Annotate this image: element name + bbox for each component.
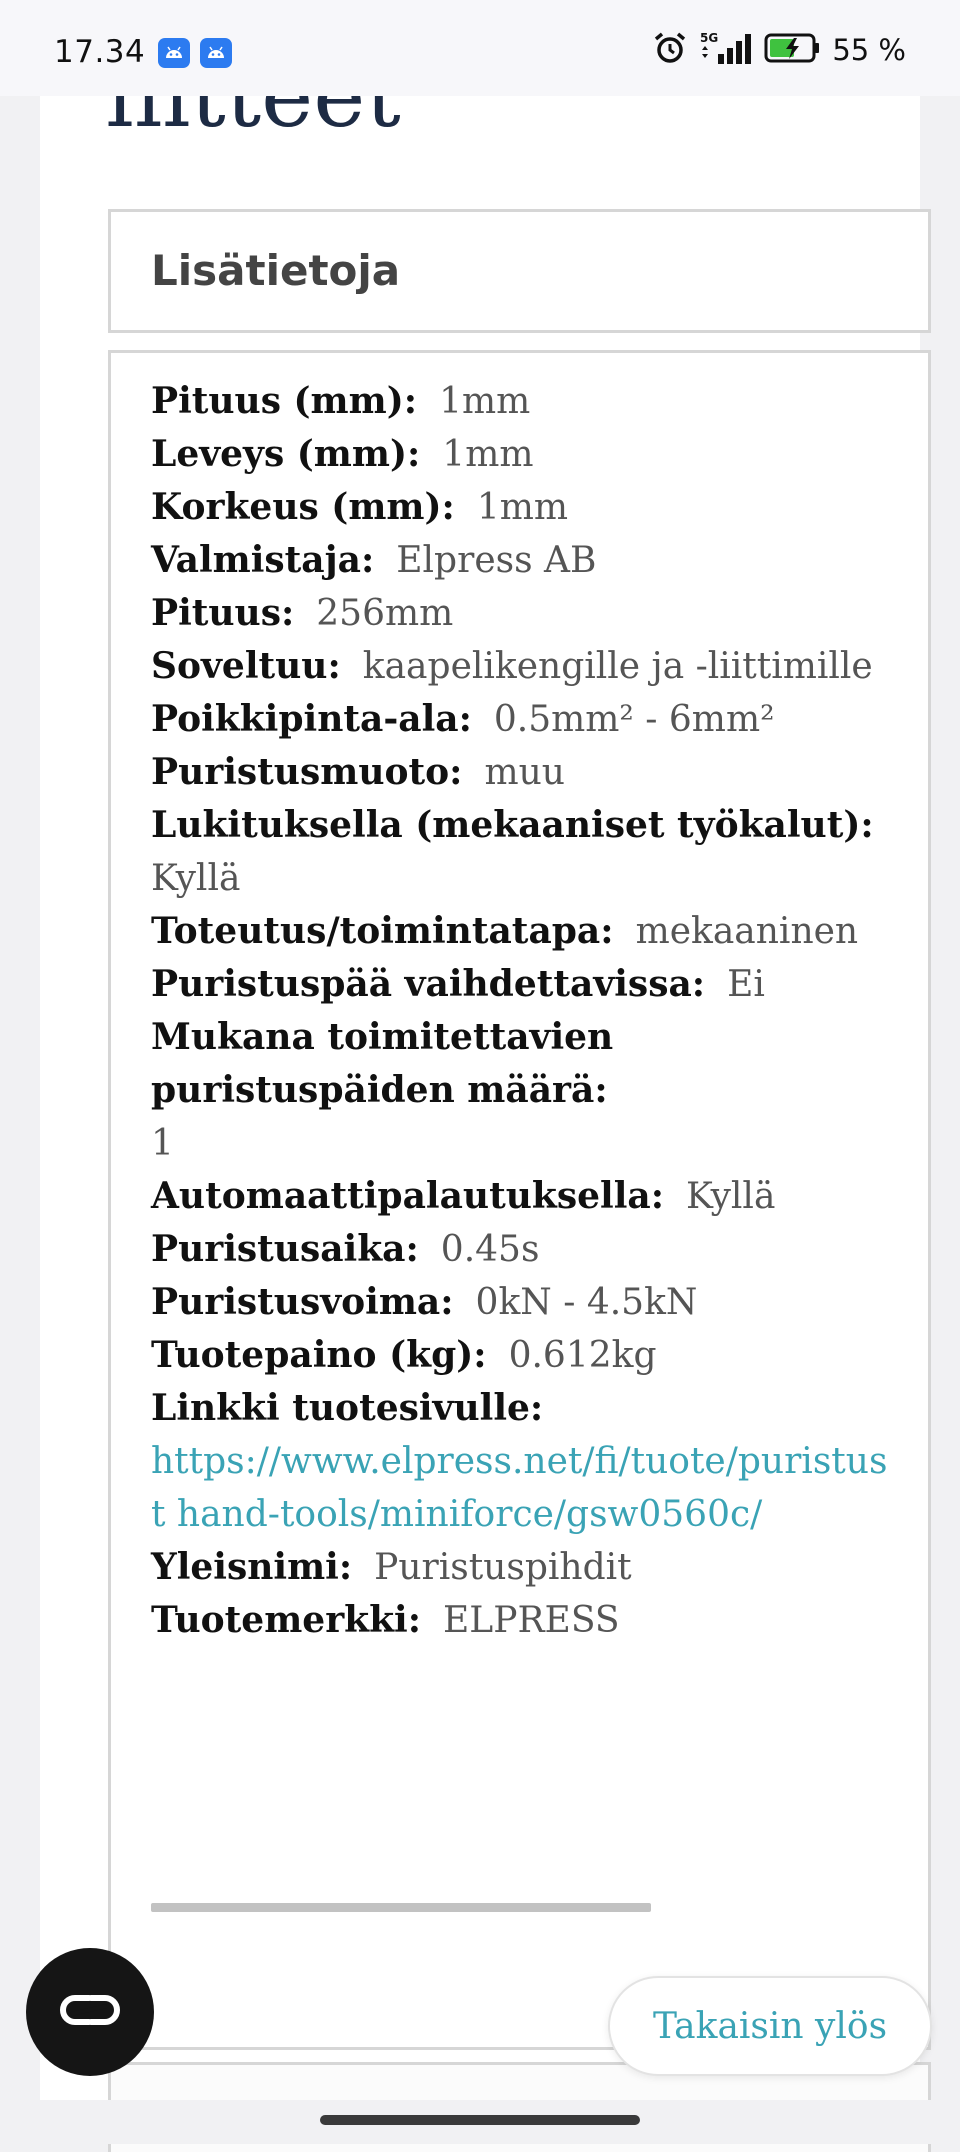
- product-page-link[interactable]: https://www.elpress.net/fi/tuote/puristu…: [151, 1435, 891, 1541]
- property-value: kaapelikengille ja -liittimille: [362, 646, 873, 687]
- horizontal-scrollbar[interactable]: [151, 1903, 651, 1912]
- property-row-suitable-for: Soveltuu: kaapelikengille ja -liittimille: [151, 640, 891, 693]
- section-title: Lisätietoja: [151, 246, 401, 295]
- property-row-common-name: Yleisnimi: Puristuspihdit: [151, 1541, 891, 1594]
- home-indicator[interactable]: [320, 2115, 640, 2125]
- property-value: Kyllä: [685, 1176, 776, 1217]
- property-label: Pituus:: [151, 592, 295, 634]
- property-value: 1mm: [442, 434, 534, 475]
- property-row-auto-return: Automaattipalautuksella: Kyllä: [151, 1170, 891, 1223]
- property-value: 1mm: [476, 487, 569, 528]
- property-label: Valmistaja:: [151, 539, 375, 581]
- property-row-width-mm: Leveys (mm): 1mm: [151, 428, 891, 481]
- alarm-icon: [652, 30, 688, 70]
- property-value: mekaaninen: [635, 911, 859, 952]
- property-row-length: Pituus: 256mm: [151, 587, 891, 640]
- property-row-cross-section: Poikkipinta-ala: 0.5mm² - 6mm²: [151, 693, 891, 746]
- property-value: 1mm: [439, 381, 531, 422]
- property-row-operation: Toteutus/toimintatapa: mekaaninen: [151, 905, 891, 958]
- property-row-brand: Tuotemerkki: ELPRESS: [151, 1594, 891, 1647]
- android-notification-icon: [158, 38, 190, 68]
- property-value: Elpress AB: [396, 540, 597, 581]
- property-label: Puristuspää vaihdettavissa:: [151, 963, 706, 1005]
- property-row-manufacturer: Valmistaja: Elpress AB: [151, 534, 891, 587]
- properties-panel: Pituus (mm): 1mm Leveys (mm): 1mm Korkeus …: [108, 350, 931, 2050]
- property-label: Puristusaika:: [151, 1228, 419, 1270]
- property-value: Kyllä: [151, 858, 241, 899]
- property-row-height-mm: Korkeus (mm): 1mm: [151, 481, 891, 534]
- property-value: Ei: [727, 964, 765, 1005]
- property-label: Leveys (mm):: [151, 433, 421, 475]
- page-card: liitteet Lisätietoja Pituus (mm):1mm Lev…: [40, 0, 931, 2152]
- property-row-crimp-time: Puristusaika: 0.45s: [151, 1223, 891, 1276]
- property-value: muu: [484, 752, 565, 793]
- cookie-settings-button[interactable]: [26, 1948, 154, 2076]
- status-bar: 17.34 5G 55 %: [0, 0, 960, 96]
- property-label: Tuotemerkki:: [151, 1599, 422, 1641]
- property-row-length-mm: Pituus (mm): 1mm: [151, 375, 891, 428]
- cookie-settings-icon: [57, 1990, 123, 2034]
- battery-percentage: 55 %: [832, 33, 906, 67]
- property-value: ELPRESS: [443, 1600, 620, 1641]
- property-row-included-heads: Mukana toimitettavien puristuspäiden mää…: [151, 1011, 891, 1170]
- property-label: Yleisnimi:: [151, 1546, 353, 1588]
- property-row-locking: Lukituksella (mekaaniset työkalut): Kyllä: [151, 799, 891, 905]
- svg-text:5G: 5G: [700, 31, 718, 45]
- property-label: Linkki tuotesivulle:: [151, 1387, 544, 1429]
- property-row-crimp-shape: Puristusmuoto: muu: [151, 746, 891, 799]
- property-label: Korkeus (mm):: [151, 486, 455, 528]
- property-label: Toteutus/toimintatapa:: [151, 910, 614, 952]
- property-value: 0.5mm² - 6mm²: [493, 699, 775, 740]
- property-value: 1: [151, 1123, 174, 1164]
- property-label: Puristusvoima:: [151, 1281, 454, 1323]
- property-label: Puristusmuoto:: [151, 751, 463, 793]
- property-label: Mukana toimitettavien puristuspäiden mää…: [151, 1016, 614, 1111]
- property-value: Puristuspihdit: [374, 1547, 632, 1588]
- properties-list: Pituus (mm): 1mm Leveys (mm): 1mm Korkeus …: [151, 375, 891, 1647]
- property-row-product-link: Linkki tuotesivulle: https://www.elpress…: [151, 1382, 891, 1541]
- property-row-interchangeable-head: Puristuspää vaihdettavissa: Ei: [151, 958, 891, 1011]
- property-label: Poikkipinta-ala:: [151, 698, 472, 740]
- property-row-weight: Tuotepaino (kg): 0.612kg: [151, 1329, 891, 1382]
- section-header-lisatietoja[interactable]: Lisätietoja: [108, 209, 931, 333]
- property-value: 0.612kg: [508, 1335, 657, 1376]
- property-label: Tuotepaino (kg):: [151, 1334, 487, 1376]
- property-value: 256mm: [316, 593, 454, 634]
- property-label: Soveltuu:: [151, 645, 341, 687]
- property-value: 0.45s: [440, 1229, 540, 1270]
- battery-charging-icon: [764, 32, 822, 68]
- property-label: Pituus (mm):: [151, 380, 418, 422]
- status-time: 17.34: [54, 34, 146, 70]
- android-notification-icon: [200, 38, 232, 68]
- back-to-top-button[interactable]: Takaisin ylös: [608, 1976, 932, 2076]
- property-label: Automaattipalautuksella:: [151, 1175, 664, 1217]
- property-value: 0kN - 4.5kN: [475, 1282, 698, 1323]
- signal-icon: 5G: [698, 30, 754, 70]
- status-icons: 5G 55 %: [652, 30, 906, 70]
- property-row-crimp-force: Puristusvoima: 0kN - 4.5kN: [151, 1276, 891, 1329]
- property-label: Lukituksella (mekaaniset työkalut):: [151, 804, 874, 846]
